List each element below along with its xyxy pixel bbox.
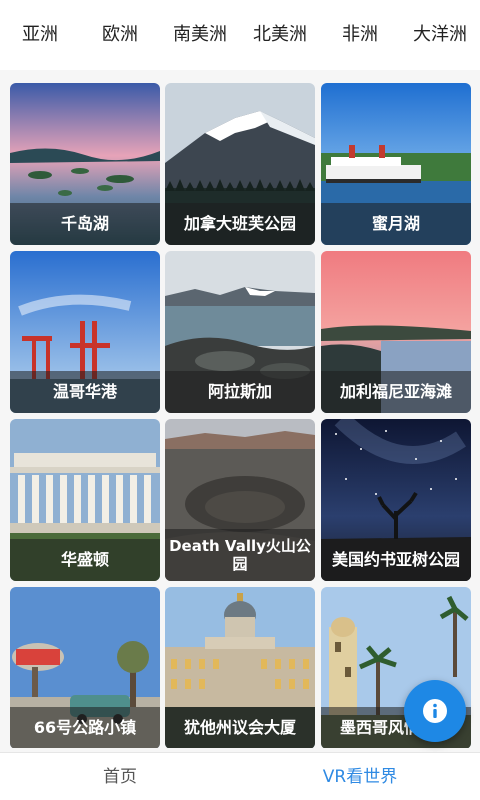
place-name: 66号公路小镇 <box>10 707 160 748</box>
place-card-vancouver-harbor[interactable]: 温哥华港 <box>10 251 160 413</box>
place-card-washington[interactable]: 华盛顿 <box>10 419 160 581</box>
tab-oceania[interactable]: 大洋洲 <box>400 0 480 70</box>
info-button[interactable] <box>404 680 466 742</box>
place-card-route-66-town[interactable]: 66号公路小镇 <box>10 587 160 748</box>
place-name: 千岛湖 <box>10 203 160 245</box>
place-name: 犹他州议会大厦 <box>165 707 315 748</box>
place-grid: 千岛湖 加拿大班芙公园 蜜月湖 温哥华港 阿拉斯加 加利福尼亚海滩 华盛顿 De… <box>10 83 472 748</box>
app-screen: 亚洲 欧洲 南美洲 北美洲 非洲 大洋洲 千岛湖 加拿大班芙公园 蜜月湖 温哥华… <box>0 0 480 800</box>
place-card-honeymoon-lake[interactable]: 蜜月湖 <box>321 83 471 245</box>
place-name: 美国约书亚树公园 <box>321 539 471 581</box>
place-card-alaska[interactable]: 阿拉斯加 <box>165 251 315 413</box>
tab-asia[interactable]: 亚洲 <box>0 0 80 70</box>
tab-north-america[interactable]: 北美洲 <box>240 0 320 70</box>
place-card-california-beach[interactable]: 加利福尼亚海滩 <box>321 251 471 413</box>
place-name: 加利福尼亚海滩 <box>321 371 471 413</box>
tab-south-america[interactable]: 南美洲 <box>160 0 240 70</box>
place-name: 阿拉斯加 <box>165 371 315 413</box>
place-name: 华盛顿 <box>10 539 160 581</box>
bottom-nav: 首页 VR看世界 <box>0 752 480 800</box>
tab-africa[interactable]: 非洲 <box>320 0 400 70</box>
place-name: 蜜月湖 <box>321 203 471 245</box>
place-name: 加拿大班芙公园 <box>165 203 315 245</box>
nav-home[interactable]: 首页 <box>0 753 240 800</box>
nav-vr-world[interactable]: VR看世界 <box>240 753 480 800</box>
place-card-joshua-tree[interactable]: 美国约书亚树公园 <box>321 419 471 581</box>
place-name: Death Vally火山公园 <box>165 529 315 581</box>
tab-europe[interactable]: 欧洲 <box>80 0 160 70</box>
info-icon <box>423 699 447 723</box>
place-name: 温哥华港 <box>10 371 160 413</box>
continent-tabs: 亚洲 欧洲 南美洲 北美洲 非洲 大洋洲 <box>0 0 480 70</box>
place-card-qiandao-lake[interactable]: 千岛湖 <box>10 83 160 245</box>
place-card-utah-capitol[interactable]: 犹他州议会大厦 <box>165 587 315 748</box>
place-card-death-valley[interactable]: Death Vally火山公园 <box>165 419 315 581</box>
place-card-banff[interactable]: 加拿大班芙公园 <box>165 83 315 245</box>
